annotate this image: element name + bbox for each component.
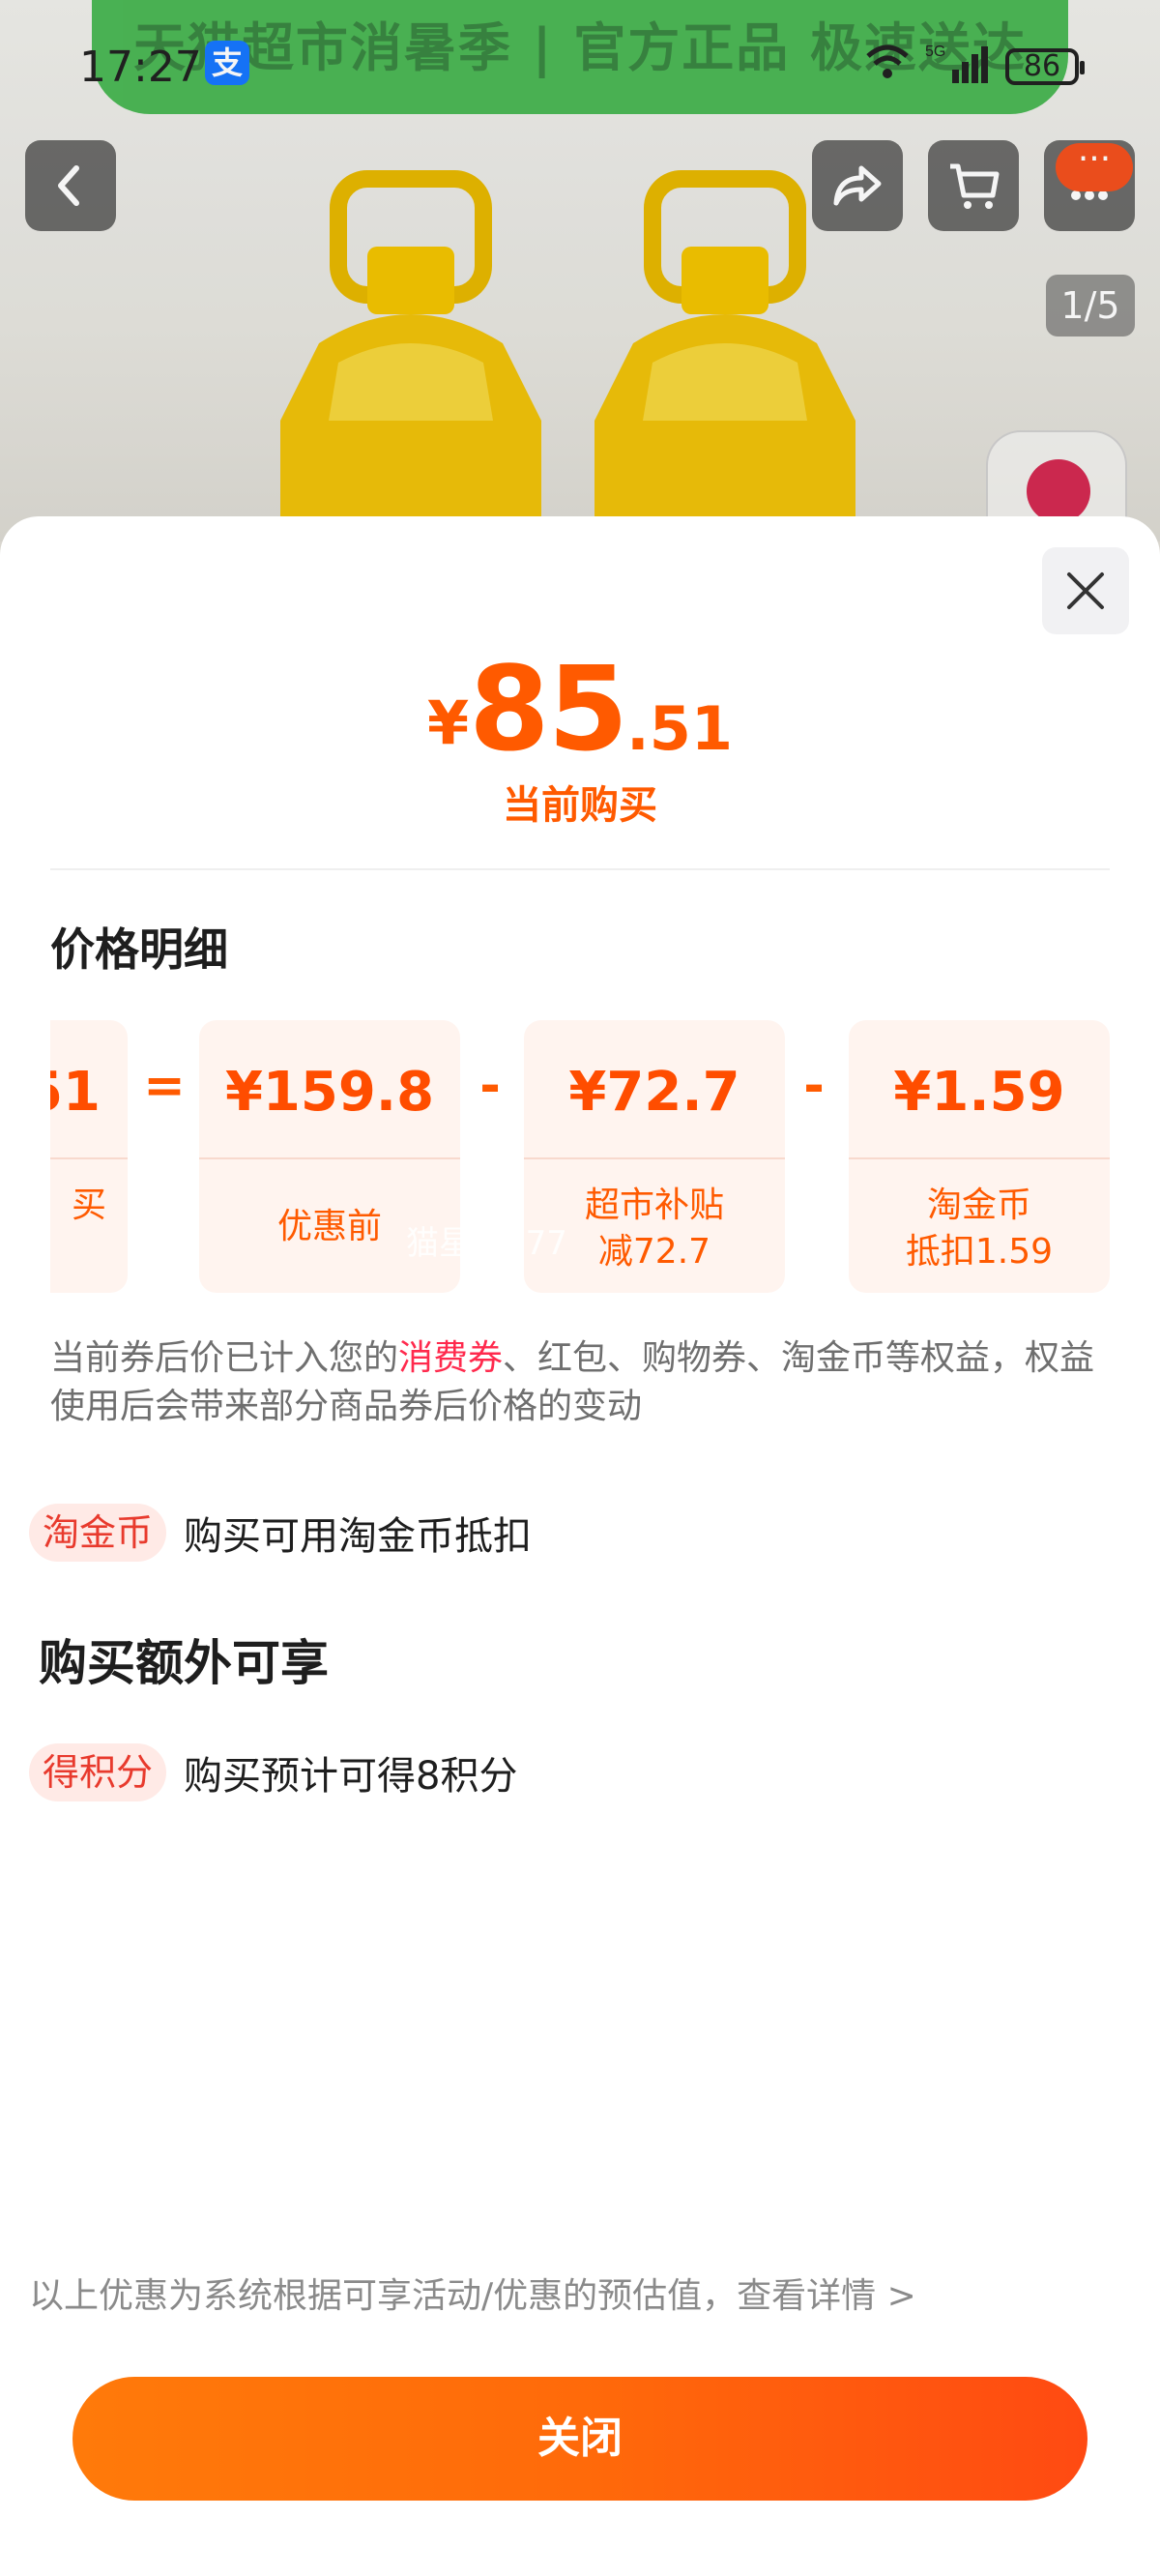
benefit-text: 购买可用淘金币抵扣	[184, 1514, 533, 1559]
minus-operator: -	[479, 1057, 501, 1115]
note-highlight: 消费券	[398, 1338, 504, 1378]
price-caption: 当前购买	[503, 783, 657, 828]
price-currency: ¥	[427, 688, 470, 758]
price-integer: 85	[469, 643, 628, 777]
section-title-extras: 购买额外可享	[39, 1635, 329, 1691]
close-icon	[1067, 572, 1104, 609]
breakdown-label: 淘金币 抵扣1.59	[849, 1183, 1110, 1275]
details-link[interactable]: 以上优惠为系统根据可享活动/优惠的预估值，查看详情 >	[29, 2268, 916, 2318]
card-divider	[524, 1157, 785, 1159]
extra-row-points: 得积分 购买预计可得8积分	[29, 1743, 517, 1801]
benefit-row-coins: 淘金币 购买可用淘金币抵扣	[29, 1504, 532, 1562]
breakdown-label-line2: 抵扣1.59	[905, 1232, 1054, 1272]
watermark: 猫星人777	[406, 1224, 567, 1263]
dim-overlay	[0, 0, 1160, 542]
breakdown-amount: 51	[50, 1061, 101, 1124]
note-text: 当前券后价已计入您的	[50, 1338, 399, 1378]
card-divider	[849, 1157, 1110, 1159]
divider	[50, 868, 1110, 870]
current-price: ¥85.51	[0, 643, 1160, 777]
extra-text: 购买预计可得8积分	[184, 1754, 518, 1799]
card-divider	[199, 1157, 460, 1159]
extra-tag: 得积分	[29, 1743, 167, 1801]
breakdown-amount: ¥1.59	[893, 1061, 1065, 1124]
price-decimal: .51	[626, 693, 733, 764]
breakdown-card-current: 51 买	[50, 1020, 128, 1293]
card-divider	[50, 1157, 128, 1159]
price-breakdown: 51 买 = ¥159.8 优惠前 - ¥72.7 超市补贴 减72.7 - ¥…	[50, 1020, 1110, 1293]
benefit-tag: 淘金币	[29, 1504, 167, 1562]
minus-operator: -	[803, 1057, 825, 1115]
breakdown-amount: ¥72.7	[568, 1061, 740, 1124]
close-button[interactable]: 关闭	[72, 2377, 1088, 2501]
breakdown-label-line1: 淘金币	[926, 1186, 1031, 1225]
section-title-price-detail: 价格明细	[50, 923, 228, 976]
equals-operator: =	[143, 1057, 186, 1115]
breakdown-label: 买	[71, 1186, 106, 1225]
breakdown-amount: ¥159.8	[224, 1061, 435, 1124]
sheet-close-button[interactable]	[1042, 547, 1129, 634]
breakdown-card-coins: ¥1.59 淘金币 抵扣1.59	[849, 1020, 1110, 1293]
price-note: 当前券后价已计入您的消费券、红包、购物券、淘金币等权益，权益使用后会带来部分商品…	[50, 1334, 1110, 1431]
